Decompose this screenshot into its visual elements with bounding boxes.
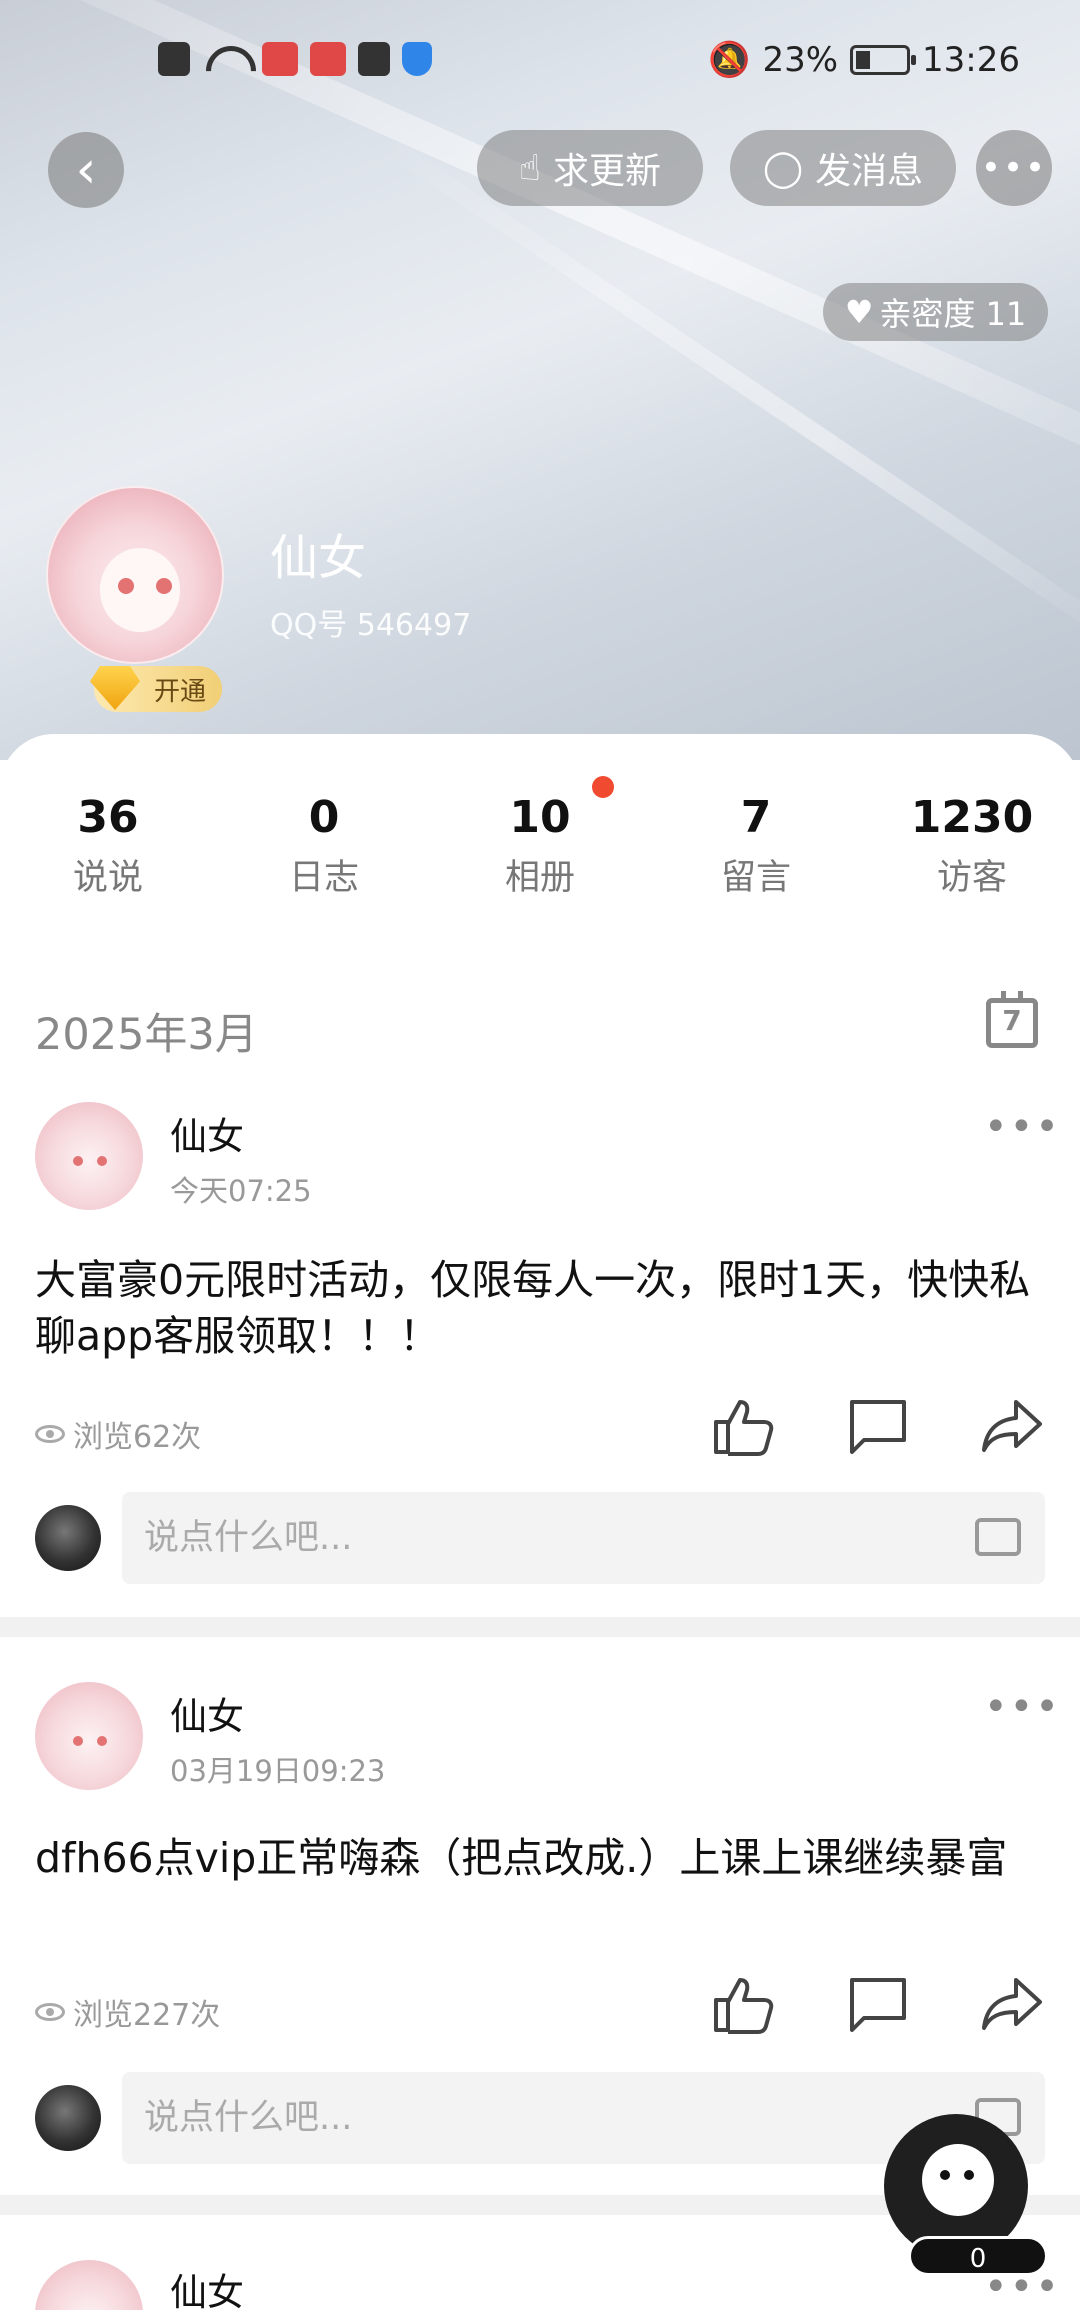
- send-message-button[interactable]: ◯ 发消息: [730, 130, 956, 206]
- stat-label: 访客: [936, 858, 1007, 898]
- post-views: 浏览62次: [35, 1412, 201, 1456]
- mascot-icon: [922, 2144, 994, 2216]
- post-avatar[interactable]: [35, 1682, 143, 1790]
- post-views-label: 浏览62次: [73, 1420, 202, 1455]
- stats-row: 36 说说 0 日志 10 相册 7 留言 1230 访客: [0, 792, 1080, 902]
- album-new-dot: [592, 776, 614, 798]
- status-icons-left: [158, 42, 432, 76]
- stat-value: 36: [77, 792, 139, 843]
- eye-icon: [35, 2003, 65, 2021]
- huawei-store-icon: [262, 42, 298, 76]
- stat-label: 相册: [504, 858, 575, 898]
- clock: 13:26: [922, 40, 1020, 80]
- post-views: 浏览227次: [35, 1990, 220, 2034]
- chat-bubble-icon: ◯: [762, 147, 804, 189]
- stat-value: 0: [308, 792, 340, 843]
- back-icon: ‹: [75, 140, 97, 200]
- post-divider: [0, 1617, 1080, 1637]
- mute-bell-icon: 🔕: [708, 40, 751, 80]
- more-options-button[interactable]: •••: [976, 130, 1052, 206]
- stat-visitors[interactable]: 1230 访客: [892, 792, 1052, 900]
- request-update-label: 求更新: [552, 151, 661, 192]
- intimacy-label: 亲密度 11: [879, 295, 1027, 333]
- battery-icon: [850, 45, 917, 75]
- post-text: dfh66点vip正常嗨森（把点改成.）上课上课继续暴富: [35, 1834, 1008, 1882]
- post-more-button[interactable]: •••: [984, 1104, 1061, 1150]
- request-update-button[interactable]: ☝ 求更新: [477, 130, 703, 206]
- comment-icon: [850, 1978, 906, 2032]
- alert-icon-2: [358, 42, 390, 76]
- post-time: 03月19日09:23: [170, 1754, 386, 1788]
- vip-open-badge[interactable]: 开通: [90, 666, 222, 712]
- qzone-profile-page: 🔕 23% 13:26 ‹ ☝ 求更新 ◯ 发消息 ••• ♥ 亲密度 11 开…: [0, 0, 1080, 2310]
- post-views-label: 浏览227次: [73, 1998, 221, 2033]
- stat-album[interactable]: 10 相册: [460, 792, 620, 900]
- my-avatar: [35, 2085, 101, 2151]
- post-avatar[interactable]: [35, 1102, 143, 1210]
- thumbs-up-icon: [714, 1400, 774, 1456]
- send-message-label: 发消息: [815, 151, 924, 192]
- stat-value: 7: [740, 792, 772, 843]
- share-button[interactable]: [980, 1974, 1044, 2034]
- post-time: 今天07:25: [170, 1174, 312, 1208]
- wifi-icon: [202, 42, 250, 76]
- floating-count-badge: 0: [908, 2236, 1048, 2276]
- comment-button[interactable]: [846, 1974, 910, 2034]
- month-heading: 2025年3月: [35, 1010, 258, 1060]
- alert-icon: [158, 42, 190, 76]
- share-button[interactable]: [980, 1396, 1044, 1456]
- stat-value: 1230: [910, 792, 1034, 843]
- share-icon: [982, 1400, 1042, 1452]
- stat-label: 留言: [720, 858, 791, 898]
- intimacy-badge[interactable]: ♥ 亲密度 11: [823, 283, 1048, 341]
- post-more-button[interactable]: •••: [984, 1684, 1061, 1730]
- eye-icon: [35, 1425, 65, 1443]
- status-icons-right: 🔕 23% 13:26: [708, 40, 1020, 80]
- post-text: 大富豪0元限时活动，仅限每人一次，限时1天，快快私聊app客服领取！！！: [35, 1256, 1031, 1360]
- profile-name: 仙女: [270, 530, 367, 586]
- status-bar: 🔕 23% 13:26: [0, 38, 1080, 88]
- post-author[interactable]: 仙女: [170, 1686, 244, 1740]
- comment-placeholder: 说点什么吧...: [144, 2098, 353, 2138]
- like-button[interactable]: [712, 1396, 776, 1456]
- quick-comment-icon[interactable]: [975, 1518, 1021, 1556]
- comment-button[interactable]: [846, 1396, 910, 1456]
- stat-label: 说说: [72, 858, 143, 898]
- stat-messages[interactable]: 7 留言: [676, 792, 836, 900]
- comment-placeholder: 说点什么吧...: [144, 1518, 353, 1558]
- more-icon: •••: [980, 148, 1048, 188]
- profile-qq-number: QQ号 546497: [270, 608, 472, 643]
- calendar-icon[interactable]: 7: [986, 991, 1038, 1048]
- stat-label: 日志: [288, 858, 359, 898]
- huawei-store-icon-2: [310, 42, 346, 76]
- post-author[interactable]: 仙女: [170, 2262, 244, 2310]
- vip-label: 开通: [153, 676, 206, 707]
- my-avatar: [35, 1505, 101, 1571]
- like-button[interactable]: [712, 1974, 776, 2034]
- comment-icon: [850, 1400, 906, 1454]
- stat-value: 10: [509, 792, 571, 843]
- hand-icon: ☝: [519, 147, 541, 189]
- back-button[interactable]: ‹: [48, 132, 124, 208]
- comment-input[interactable]: 说点什么吧...: [122, 1492, 1045, 1584]
- share-icon: [982, 1978, 1042, 2030]
- stat-blog[interactable]: 0 日志: [244, 792, 404, 900]
- stat-shuoshuo[interactable]: 36 说说: [28, 792, 188, 900]
- battery-percent: 23%: [762, 40, 839, 80]
- post-author[interactable]: 仙女: [170, 1106, 244, 1160]
- profile-avatar[interactable]: [46, 486, 224, 664]
- thumbs-up-icon: [714, 1978, 774, 2034]
- shield-icon: [402, 42, 432, 76]
- heart-icon: ♥: [844, 293, 874, 331]
